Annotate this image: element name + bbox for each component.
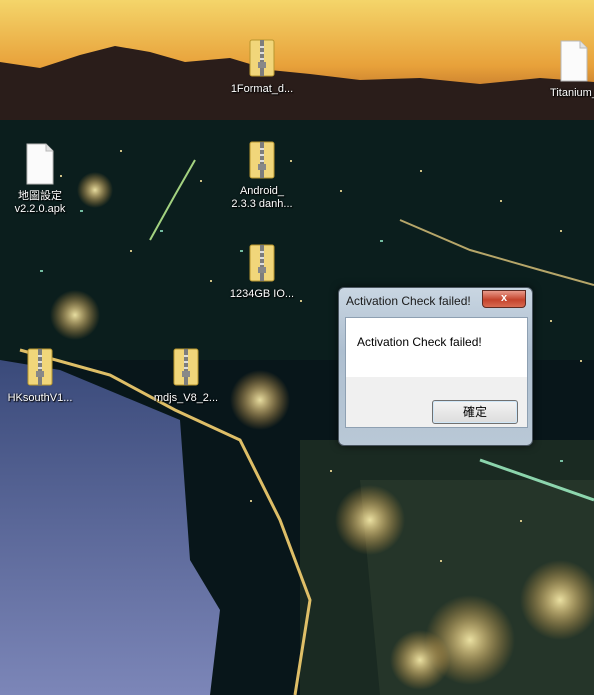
- icon-label: Titanium_: [550, 87, 594, 99]
- desktop-icon-mdjs[interactable]: mdjs_V8_2...: [146, 347, 226, 405]
- desktop-icon-1format[interactable]: 1Format_d...: [222, 38, 302, 96]
- zip-folder-icon: [249, 141, 275, 179]
- zip-folder-icon: [27, 348, 53, 386]
- desktop-icon-android[interactable]: Android_ 2.3.3 danh...: [222, 140, 302, 211]
- file-icon: [560, 40, 588, 82]
- close-button[interactable]: x: [482, 290, 526, 308]
- zip-folder-icon: [249, 244, 275, 282]
- desktop-icon-map-settings-apk[interactable]: 地圖設定 v2.2.0.apk: [0, 143, 80, 216]
- activation-error-dialog: Activation Check failed! x Activation Ch…: [338, 287, 533, 446]
- desktop: 1Format_d... Titanium_ 地圖設定 v2.2.0.apk A…: [0, 0, 594, 695]
- dialog-title: Activation Check failed!: [346, 294, 471, 308]
- zip-folder-icon: [173, 348, 199, 386]
- dialog-message: Activation Check failed!: [357, 335, 482, 349]
- desktop-icon-1234gb[interactable]: 1234GB IO...: [222, 243, 302, 301]
- icon-label: 1234GB IO...: [229, 288, 295, 300]
- desktop-icon-titanium[interactable]: Titanium_: [534, 40, 594, 100]
- ok-button[interactable]: 確定: [432, 400, 518, 424]
- close-icon: x: [500, 292, 508, 304]
- icon-label: mdjs_V8_2...: [153, 392, 219, 404]
- icon-label: Android_ 2.3.3 danh...: [231, 185, 293, 210]
- icon-label: HKsouthV1...: [7, 392, 73, 404]
- icon-label: 1Format_d...: [230, 83, 294, 95]
- zip-folder-icon: [249, 39, 275, 77]
- dialog-footer: 確定: [345, 377, 528, 428]
- icon-label: 地圖設定 v2.2.0.apk: [14, 190, 66, 215]
- dialog-content: Activation Check failed!: [345, 317, 528, 378]
- desktop-icon-hksouth[interactable]: HKsouthV1...: [0, 347, 80, 405]
- file-icon: [26, 143, 54, 185]
